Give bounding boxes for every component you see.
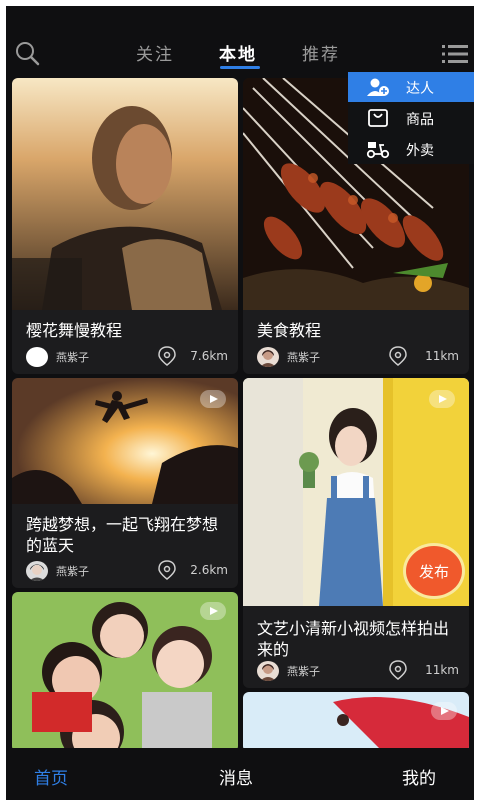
play-icon [200, 602, 226, 620]
play-icon [431, 702, 457, 720]
tab-local[interactable]: 本地 [219, 40, 257, 65]
location-icon [158, 346, 176, 366]
tab-recommended[interactable]: 推荐 [302, 40, 340, 65]
distance: 11km [425, 663, 459, 677]
author-avatar[interactable] [257, 661, 279, 681]
dropdown-item-products[interactable]: 商品 [348, 103, 474, 133]
nav-home[interactable]: 首页 [34, 764, 68, 789]
dropdown-item-influencer[interactable]: 达人 [348, 72, 474, 102]
distance: 2.6km [190, 563, 228, 577]
nav-messages[interactable]: 消息 [219, 764, 253, 789]
author-name[interactable]: 燕紫子 [287, 349, 320, 365]
publish-button[interactable]: 发布 [406, 546, 462, 596]
shopping-bag-icon [368, 109, 388, 127]
location-icon [389, 346, 407, 366]
play-icon [429, 390, 455, 408]
card-meta: 燕紫子 2.6km [26, 560, 228, 582]
card-title: 文艺小清新小视频怎样拍出来的 [257, 619, 450, 659]
top-bar: 关注 本地 推荐 [6, 6, 474, 74]
author-avatar[interactable] [26, 347, 48, 367]
delivery-scooter-icon [366, 142, 390, 159]
feed-card[interactable] [12, 592, 238, 752]
author-name[interactable]: 燕紫子 [56, 563, 89, 579]
card-title: 美食教程 [257, 321, 322, 340]
nav-profile[interactable]: 我的 [402, 764, 436, 789]
card-meta: 燕紫子 11km [257, 346, 459, 368]
menu-icon[interactable] [442, 44, 468, 64]
tab-bar: 关注 本地 推荐 [6, 40, 474, 70]
video-thumbnail [243, 692, 469, 752]
feed-card[interactable] [243, 692, 469, 752]
tab-following[interactable]: 关注 [136, 40, 174, 65]
author-name[interactable]: 燕紫子 [56, 349, 89, 365]
app-screen: 关注 本地 推荐 樱花舞慢教程 燕紫子 7.6km 美食教程 燕紫子 11km … [6, 6, 474, 800]
play-icon [200, 390, 226, 408]
feed-card[interactable]: 文艺小清新小视频怎样拍出来的 燕紫子 11km [243, 378, 469, 688]
author-avatar[interactable] [26, 561, 48, 581]
location-icon [389, 660, 407, 680]
feed-card[interactable]: 跨越梦想，一起飞翔在梦想的蓝天 燕紫子 2.6km [12, 378, 238, 588]
distance: 11km [425, 349, 459, 363]
card-meta: 燕紫子 7.6km [26, 346, 228, 368]
video-thumbnail [12, 78, 238, 310]
filter-dropdown: 达人 商品 外卖 [348, 72, 474, 164]
distance: 7.6km [190, 349, 228, 363]
author-avatar[interactable] [257, 347, 279, 367]
dropdown-label: 达人 [406, 81, 434, 97]
author-name[interactable]: 燕紫子 [287, 663, 320, 679]
bottom-nav: 首页 消息 我的 [6, 748, 474, 800]
active-tab-indicator [220, 66, 260, 69]
add-user-icon [367, 78, 389, 96]
dropdown-label: 外卖 [406, 143, 434, 159]
card-meta: 燕紫子 11km [257, 660, 459, 682]
location-icon [158, 560, 176, 580]
card-title: 跨越梦想，一起飞翔在梦想的蓝天 [26, 515, 219, 555]
dropdown-label: 商品 [406, 112, 434, 128]
publish-label: 发布 [418, 563, 449, 581]
dropdown-item-takeout[interactable]: 外卖 [348, 134, 474, 164]
card-title: 樱花舞慢教程 [26, 321, 123, 340]
feed-card[interactable]: 樱花舞慢教程 燕紫子 7.6km [12, 78, 238, 374]
